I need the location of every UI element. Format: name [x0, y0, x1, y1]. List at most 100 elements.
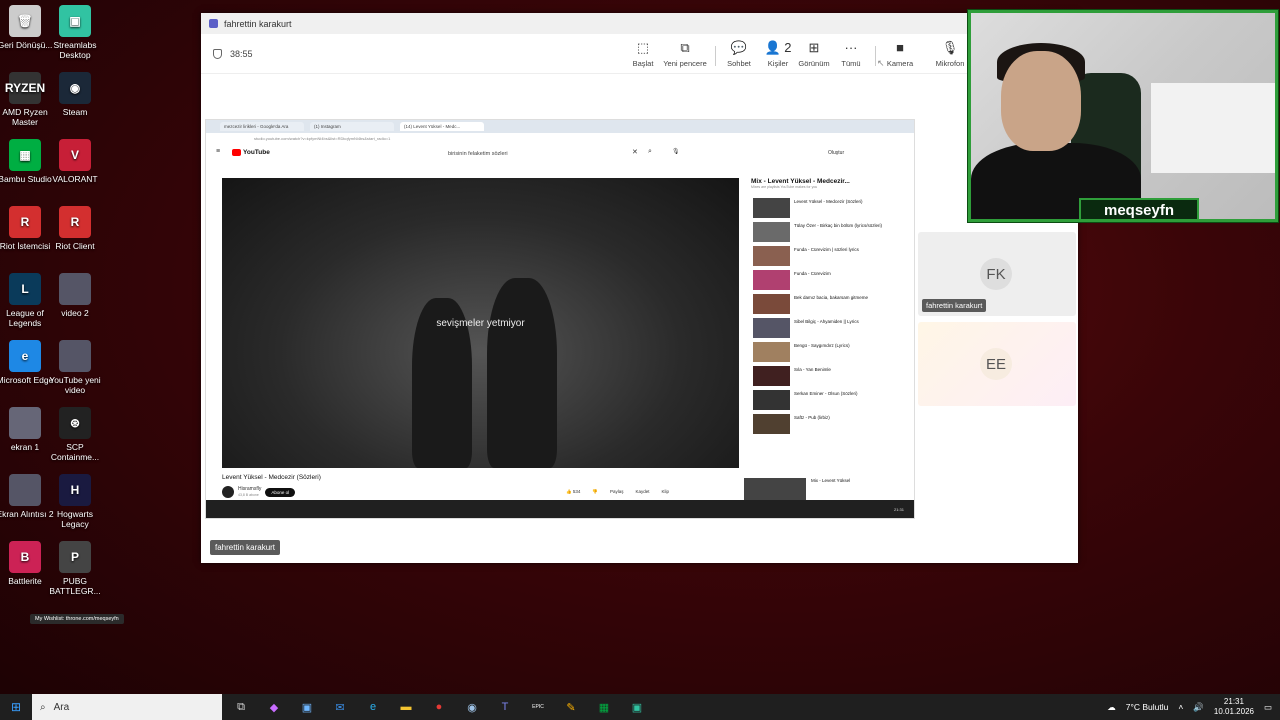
outlook-icon[interactable]: ✉: [331, 698, 349, 716]
epic-games-icon[interactable]: EPIC: [529, 698, 547, 716]
desktop-icon[interactable]: V VALORANT: [46, 139, 104, 184]
mix-item-thumbnail: [753, 270, 790, 290]
store-icon[interactable]: ▣: [298, 698, 316, 716]
mix-item[interactable]: Saftz - Pub (lirbiz): [746, 414, 896, 438]
channel-row: Hisramsfly 43,8 B abone Abone ol: [222, 486, 296, 498]
mix-item[interactable]: Funda - Cürevizim | sözleri lyrics: [746, 246, 896, 270]
youtube-logo[interactable]: YouTube: [232, 149, 270, 156]
desktop-icon-label: Riot Client: [55, 241, 95, 251]
mix-item-title: Serkan Eminer - Olsun (Sözleri): [794, 391, 858, 396]
desktop-icon[interactable]: H Hogwarts Legacy: [46, 474, 104, 529]
bed: [1151, 83, 1275, 173]
person-face: [1001, 51, 1081, 151]
shared-screen: mezcezir lirikleri - Google'da Ara (1) I…: [205, 119, 915, 519]
mix-item[interactable]: Sıla - Yan Benimle: [746, 366, 896, 390]
address-bar[interactable]: studio.youtube.com/watch?v=kpfymNi4bs&li…: [206, 133, 914, 143]
youtube-logo-text: YouTube: [243, 149, 270, 156]
like-button[interactable]: 👍 534: [566, 489, 580, 495]
mix-item-title: Sıla - Yan Benimle: [794, 367, 831, 372]
chevron-up-icon[interactable]: ˄: [1178, 702, 1183, 712]
steam-icon[interactable]: ◉: [463, 698, 481, 716]
file-explorer-icon[interactable]: ▬: [397, 698, 415, 716]
mix-item[interactable]: Funda - Cürevizim: [746, 270, 896, 294]
browser-tabs: mezcezir lirikleri - Google'da Ara (1) I…: [206, 120, 914, 133]
pubg-icon: P: [59, 541, 91, 573]
share-screen-icon: ⬚: [636, 40, 650, 55]
desktop-icon[interactable]: ▣ Streamlabs Desktop: [46, 5, 104, 60]
streamlabs-icon[interactable]: ▣: [628, 698, 646, 716]
create-button[interactable]: Oluştur: [828, 150, 844, 156]
youtube-search-input[interactable]: birisinin felaketim sözleri: [436, 148, 646, 160]
mix-item-title: Funda - Cürevizim | sözleri lyrics: [794, 247, 859, 252]
teams-title-bar: fahrettin karakurt: [201, 13, 1078, 34]
chrome-icon[interactable]: ●: [430, 698, 448, 716]
browser-tab-active[interactable]: (14) Levent Yüksel - Medc...: [400, 122, 484, 131]
subscribe-button[interactable]: Abone ol: [265, 487, 296, 497]
clear-icon[interactable]: ✕: [632, 148, 638, 156]
video-thumbnail-icon: [59, 340, 91, 372]
channel-name[interactable]: Hisramsfly: [238, 486, 261, 492]
mix-item[interactable]: Levent Yüksel - Medcezir (Sözleri): [746, 198, 896, 222]
mix-item-title: Bek damız bacia, bakarsam gitmeme: [794, 295, 869, 300]
channel-avatar[interactable]: [222, 486, 234, 498]
mix-item[interactable]: Tülay Özer - Birkaç bin bölüm (lyrics/sö…: [746, 222, 896, 246]
participant-tile[interactable]: FK fahrettin karakurt: [918, 232, 1076, 316]
teams-icon[interactable]: T: [496, 698, 514, 716]
desktop-icon-label: PUBG BATTLEGR...: [49, 576, 101, 596]
desktop-icon[interactable]: video 2: [46, 273, 104, 318]
toolbar-label: Yeni pencere: [663, 59, 707, 68]
başlat-button[interactable]: ⬚ Başlat: [619, 40, 667, 68]
desktop-icon-label: Steam: [62, 107, 88, 117]
browser-tab[interactable]: mezcezir lirikleri - Google'da Ara: [220, 122, 304, 131]
volume-icon[interactable]: 🔊: [1193, 702, 1204, 713]
cloud-icon: ☁: [1107, 701, 1116, 712]
mix-item-thumbnail: [753, 414, 790, 434]
search-icon[interactable]: ⌕: [648, 148, 652, 156]
desktop-icon-label: Hogwarts Legacy: [57, 509, 93, 529]
share-button[interactable]: Paylaş: [610, 489, 624, 495]
clip-button[interactable]: Klip: [662, 489, 670, 495]
hogwarts-icon: H: [59, 474, 91, 506]
desktop-icon[interactable]: ◉ Steam: [46, 72, 104, 117]
image-thumbnail-icon: [9, 407, 41, 439]
mix-title: Mix - Levent Yüksel - Medcezir...: [751, 178, 850, 185]
dislike-icon[interactable]: 👎: [592, 489, 598, 495]
notification-icon[interactable]: ▭: [1264, 702, 1272, 713]
microphone-icon[interactable]: 🎙: [672, 148, 680, 155]
save-button[interactable]: Kaydet: [636, 489, 650, 495]
league-icon: L: [9, 273, 41, 305]
mix-item[interactable]: Serkan Eminer - Olsun (Sözleri): [746, 390, 896, 414]
mix-item[interactable]: Bengü - Saygımdırz (Lyrics): [746, 342, 896, 366]
shield-icon: [213, 48, 222, 59]
start-button[interactable]: ⊞: [0, 694, 32, 720]
meeting-toolbar: 38:55 ⬚ Başlat ⧉ Yeni pencere 💬 Sohbet 👤 2 Kişi…: [201, 34, 1078, 74]
desktop-icon[interactable]: R Riot Client: [46, 206, 104, 251]
bambu-icon[interactable]: ▦: [595, 698, 613, 716]
hamburger-icon[interactable]: ≡: [216, 148, 220, 155]
tümü-button[interactable]: ··· Tümü: [827, 40, 875, 68]
browser-tab[interactable]: (1) Instagram: [310, 122, 394, 131]
desktop-icon-label: Streamlabs Desktop: [53, 40, 97, 60]
mix-item[interactable]: Bek damız bacia, bakarsam gitmeme: [746, 294, 896, 318]
teams-icon: [209, 19, 218, 28]
mikrofon-button[interactable]: 🎙 Mikrofon: [926, 40, 974, 68]
pen-icon[interactable]: ✎: [562, 698, 580, 716]
copilot-icon[interactable]: ◆: [265, 698, 283, 716]
video-thumbnail-icon: [59, 273, 91, 305]
mix-item[interactable]: Sibel Bilgiç - Ahyamiden || Lyrics: [746, 318, 896, 342]
inner-taskbar: 21:31: [206, 500, 914, 518]
desktop-icon[interactable]: ⊛ SCP Containme...: [46, 407, 104, 462]
desktop-icon[interactable]: P PUBG BATTLEGR...: [46, 541, 104, 596]
edge-icon[interactable]: e: [364, 698, 382, 716]
weather-text[interactable]: 7°C Bulutlu: [1126, 702, 1169, 712]
yeni-pencere-button[interactable]: ⧉ Yeni pencere: [661, 40, 709, 68]
clock[interactable]: 21:31 10.01.2026: [1214, 697, 1254, 717]
video-player[interactable]: sevişmeler yetmiyor: [222, 178, 739, 468]
desktop-icon[interactable]: YouTube yeni video: [46, 340, 104, 395]
channel-subs: 43,8 B abone: [238, 493, 259, 497]
taskbar-search[interactable]: ⌕ Ara: [32, 694, 222, 720]
battlerite-icon: B: [9, 541, 41, 573]
task-view-icon[interactable]: ⧉: [232, 698, 250, 716]
mix-item-thumbnail: [753, 366, 790, 386]
participant-tile[interactable]: EE: [918, 322, 1076, 406]
